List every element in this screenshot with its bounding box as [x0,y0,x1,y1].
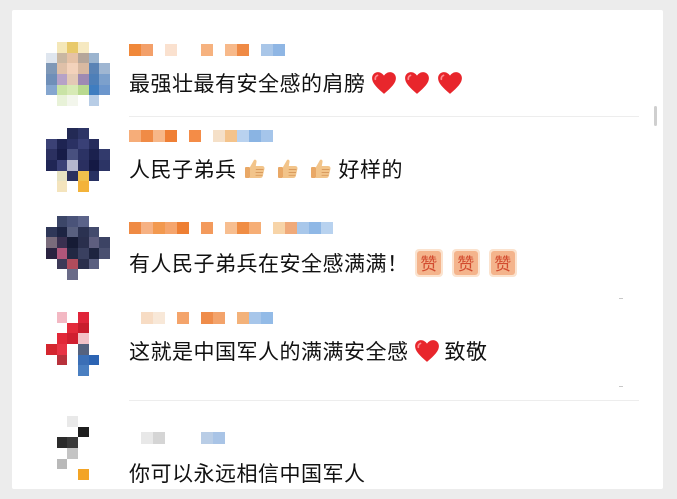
avatar[interactable] [46,128,110,192]
comment-item: 最强壮最有安全感的肩膀 [12,32,663,124]
username-mosaic[interactable] [129,130,273,146]
comment-text: 有人民子弟兵在安全感满满！ 赞 赞 赞 [129,248,520,278]
comment-item: 有人民子弟兵在安全感满满！ 赞 赞 赞 [12,210,663,302]
thumbs-up-icon [242,157,268,181]
comment-body: 你可以永远相信中国军人 [129,462,366,486]
username-mosaic[interactable] [129,44,285,60]
comment-body: 人民子弟兵 [129,158,237,182]
heart-icon [371,71,397,95]
username-mosaic[interactable] [129,222,333,238]
comment-text: 人民子弟兵 好样的 [129,154,403,184]
comment-text: 你可以永远相信中国军人 [129,458,366,488]
username-mosaic[interactable] [129,312,273,328]
comment-item: 你可以永远相信中国军人 [12,406,663,489]
comment-body: 这就是中国军人的满满安全感 [129,340,409,364]
thumbs-up-icon [275,157,301,181]
heart-icon [404,71,430,95]
avatar[interactable] [46,312,110,376]
thumbs-up-icon [308,157,334,181]
divider [129,116,639,117]
comment-body: 最强壮最有安全感的肩膀 [129,72,366,96]
svg-text:赞: 赞 [494,255,512,275]
comment-body-suffix: 致敬 [444,340,488,364]
heart-icon [437,71,463,95]
divider-tick [619,298,623,299]
divider [129,400,639,401]
divider-tick [619,386,623,387]
comment-item: 这就是中国军人的满满安全感 致敬 [12,302,663,394]
zan-sticker-icon: 赞 [488,248,518,278]
comment-list: 最强壮最有安全感的肩膀 人民子弟兵 好样的 有人民子弟兵在安全感满满！ 赞 赞 … [12,10,663,489]
avatar[interactable] [46,416,110,480]
comment-item: 人民子弟兵 好样的 [12,120,663,212]
comment-text: 最强壮最有安全感的肩膀 [129,68,465,98]
svg-text:赞: 赞 [457,255,475,275]
zan-sticker-icon: 赞 [414,248,444,278]
heart-icon [414,339,440,363]
svg-text:赞: 赞 [420,255,438,275]
username-mosaic[interactable] [129,432,225,448]
avatar[interactable] [46,42,110,106]
zan-sticker-icon: 赞 [451,248,481,278]
avatar[interactable] [46,216,110,280]
comment-body: 有人民子弟兵在安全感满满！ [129,252,409,276]
comment-text: 这就是中国军人的满满安全感 致敬 [129,336,488,366]
comment-body-suffix: 好样的 [338,158,403,182]
